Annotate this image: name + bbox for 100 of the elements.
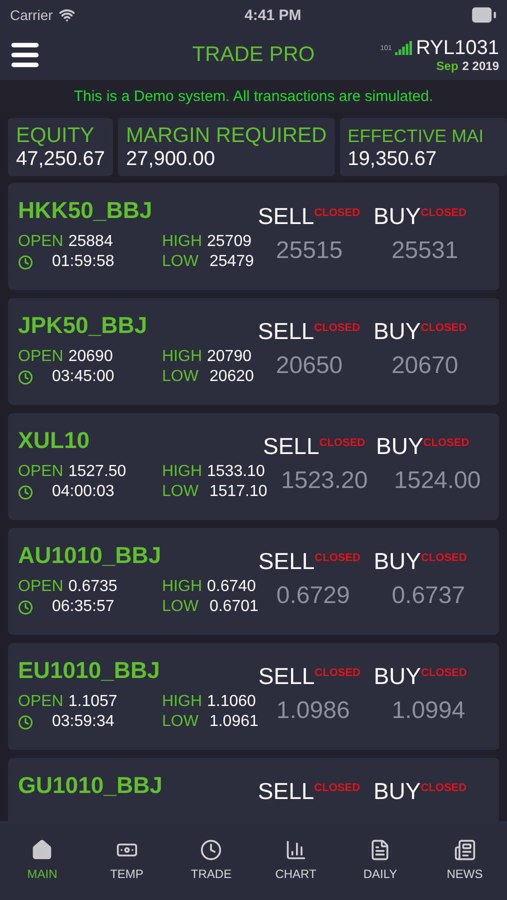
status-label: CLOSED (420, 207, 467, 219)
open-label: OPEN (18, 692, 64, 712)
date-month: Sep (436, 59, 458, 73)
clock-icon (200, 839, 222, 861)
time-value: 03:59:34 (52, 712, 114, 732)
status-label: CLOSED (420, 782, 467, 794)
tab-item[interactable]: CHART (266, 839, 326, 881)
status-label: CLOSED (314, 667, 360, 679)
open-value: 20690 (68, 347, 113, 367)
high-label: HIGH (162, 577, 202, 597)
high-label: HIGH (162, 232, 202, 252)
symbol-name: JPK50_BBJ (18, 311, 148, 339)
summary-label: MARGIN REQUIRED (126, 124, 327, 148)
buy-price: 20670 (391, 352, 458, 380)
summary-label: EFFECTIVE MAI (348, 125, 484, 148)
high-value: 25709 (207, 232, 252, 252)
high-label: HIGH (162, 347, 202, 367)
house-icon (31, 839, 54, 861)
low-value: 0.6701 (209, 597, 258, 617)
app-title: TRADE PRO (192, 43, 315, 66)
tab-item[interactable]: DAILY (350, 839, 410, 881)
tab-item[interactable]: NEWS (434, 839, 495, 881)
sell-label: SELL (263, 433, 320, 459)
open-value: 0.6735 (68, 577, 118, 597)
status-label: CLOSED (420, 552, 467, 564)
low-label: LOW (162, 367, 198, 387)
sell-price: 1523.20 (281, 467, 368, 495)
status-label: CLOSED (314, 322, 360, 334)
buy-label: BUY (373, 318, 421, 344)
demo-notice: This is a Demo system. All transactions are simulated. (74, 88, 434, 104)
summary-value: 19,350.67 (348, 148, 438, 170)
sell-price: 25515 (276, 237, 343, 265)
buy-label: BUY (374, 663, 421, 689)
high-label: HIGH (162, 692, 202, 712)
status-label: CLOSED (319, 437, 366, 449)
symbol-name: HKK50_BBJ (18, 196, 152, 224)
tab-item[interactable]: MAIN (12, 839, 72, 881)
symbol-name: EU1010_BBJ (18, 656, 160, 684)
wifi-icon (58, 7, 75, 23)
open-label: OPEN (18, 577, 64, 597)
clock-icon (18, 714, 33, 730)
tab-item[interactable]: TRADE (181, 839, 242, 881)
low-label: LOW (162, 712, 198, 732)
bar-chart-icon (284, 839, 307, 861)
time-value: 04:00:03 (52, 482, 114, 502)
sell-price: 1.0986 (276, 697, 350, 725)
sell-label: SELL (258, 663, 315, 689)
status-label: CLOSED (314, 782, 360, 794)
low-label: LOW (162, 252, 198, 272)
high-value: 0.6740 (207, 577, 256, 597)
carrier-label: Carrier (10, 7, 53, 23)
clock-time: 4:41 PM (244, 6, 302, 24)
sell-label: SELL (258, 778, 314, 804)
low-value: 20620 (209, 367, 254, 387)
tab-item[interactable]: TEMP (96, 839, 157, 881)
open-value: 1.1057 (68, 692, 118, 712)
status-label: CLOSED (314, 552, 360, 564)
clock-icon (18, 254, 33, 270)
buy-price: 1524.00 (394, 467, 481, 495)
symbol-name: AU1010_BBJ (18, 541, 162, 569)
time-value: 01:59:58 (52, 252, 114, 272)
buy-price: 0.6737 (392, 582, 466, 610)
buy-price: 1.0994 (392, 697, 466, 725)
sell-label: SELL (258, 203, 314, 229)
low-value: 1517.10 (209, 482, 268, 502)
buy-label: BUY (373, 778, 421, 804)
low-label: LOW (162, 597, 198, 617)
buy-price: 25531 (391, 237, 458, 265)
sell-price: 20650 (276, 352, 343, 380)
status-label: CLOSED (314, 207, 360, 219)
low-value: 1.0961 (209, 712, 258, 732)
high-value: 20790 (207, 347, 252, 367)
open-value: 1527.50 (68, 462, 126, 482)
high-label: HIGH (162, 462, 202, 482)
newspaper-icon (454, 839, 476, 861)
time-value: 03:45:00 (52, 367, 114, 387)
buy-label: BUY (376, 433, 424, 459)
account-id: RYL1031 (416, 37, 499, 59)
summary-label: EQUITY (16, 124, 94, 148)
buy-label: BUY (374, 548, 421, 574)
high-value: 1.1060 (207, 692, 256, 712)
open-label: OPEN (18, 232, 64, 252)
clock-icon (18, 484, 33, 500)
buy-label: BUY (373, 203, 421, 229)
high-value: 1533.10 (207, 462, 265, 482)
summary-value: 27,900.00 (126, 148, 216, 170)
status-label: CLOSED (423, 437, 470, 449)
low-label: LOW (162, 482, 198, 502)
sell-label: SELL (258, 318, 314, 344)
summary-value: 47,250.67 (16, 148, 105, 170)
time-value: 06:35:57 (52, 597, 114, 617)
symbol-name: GU1010_BBJ (18, 771, 162, 799)
signal-icon (394, 41, 413, 57)
open-value: 25884 (68, 232, 113, 252)
sell-label: SELL (258, 548, 315, 574)
symbol-name: XUL10 (18, 426, 90, 454)
low-value: 25479 (209, 252, 254, 272)
clock-icon (18, 600, 33, 614)
status-label: CLOSED (420, 322, 467, 334)
clock-icon (18, 370, 33, 384)
